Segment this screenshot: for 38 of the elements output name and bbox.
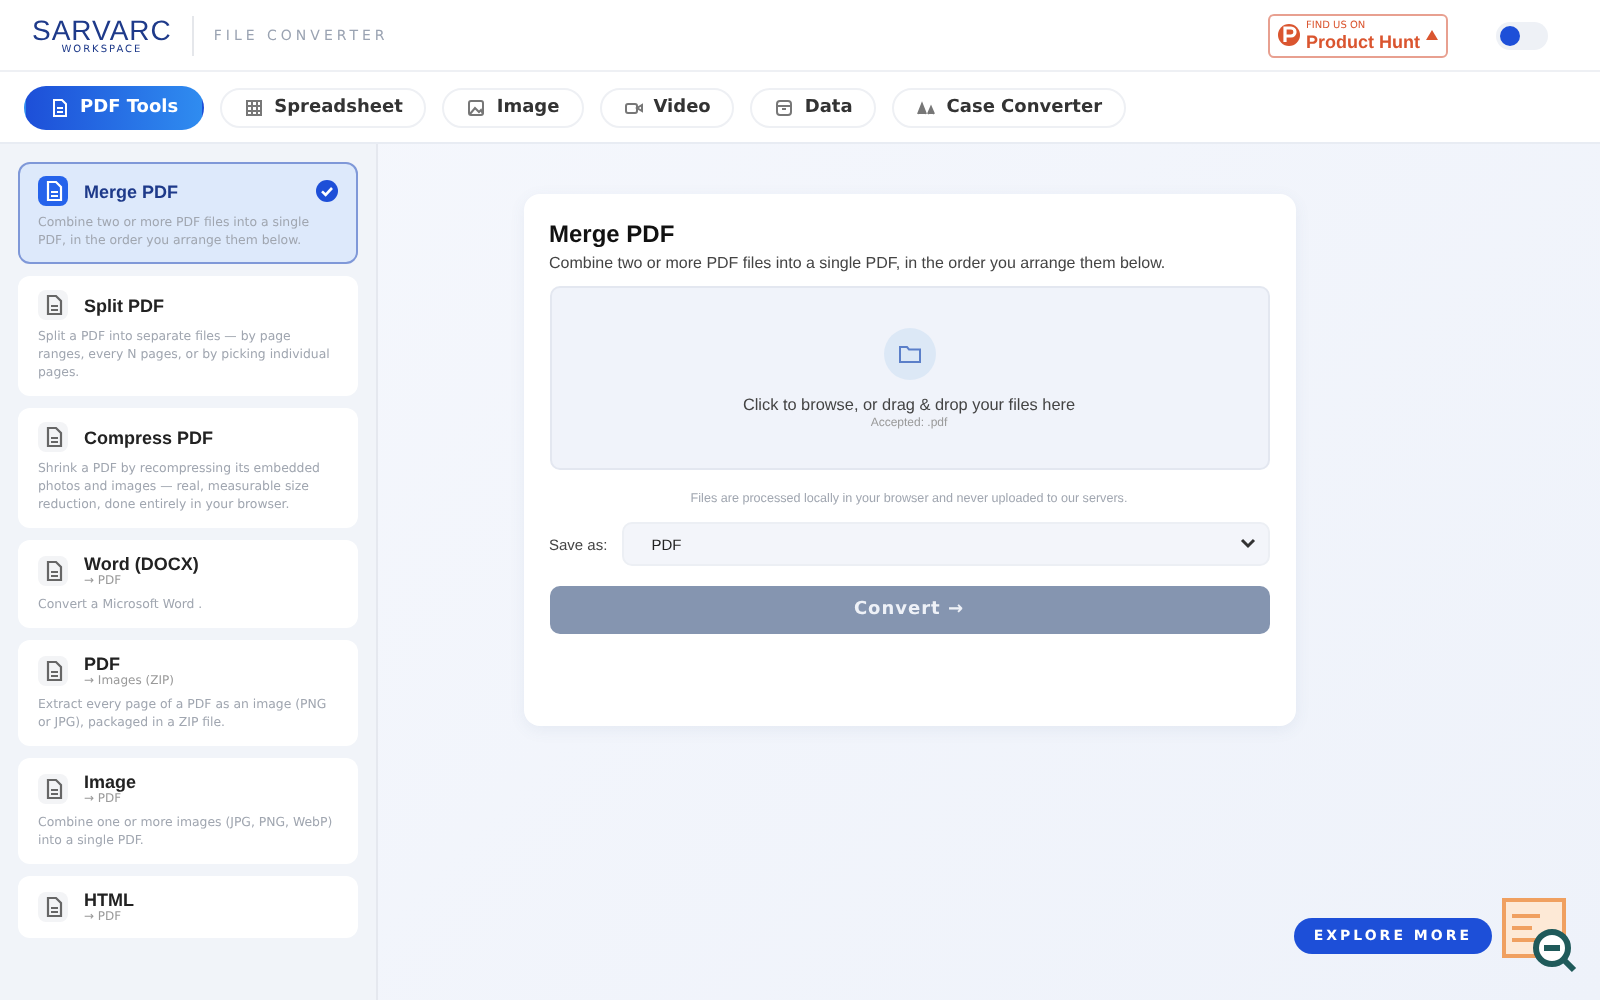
tab[interactable]: Spreadsheet — [220, 87, 427, 127]
document-icon — [50, 97, 70, 117]
image-icon — [466, 97, 487, 117]
document-icon — [38, 290, 68, 320]
tab[interactable]: Video — [599, 87, 735, 127]
grid-icon — [244, 97, 265, 117]
badge-name: Product Hunt — [1306, 31, 1420, 51]
document-icon — [38, 556, 68, 586]
upvote-icon — [1426, 30, 1438, 40]
panel-title: Merge PDF — [549, 220, 677, 248]
document-icon — [38, 656, 68, 686]
tool-title: Image — [84, 772, 139, 792]
check-icon — [316, 180, 338, 202]
camera-icon — [623, 97, 644, 117]
document-icon — [38, 892, 68, 922]
chevron-down-icon — [1239, 538, 1255, 550]
document-icon — [38, 422, 68, 452]
logo-text: SARVARC — [32, 15, 172, 43]
tool-title: Compress PDF — [84, 427, 216, 447]
document-icon — [38, 176, 68, 206]
panel-description: Combine two or more PDF files into a single PDF, in the order you arrange them below. — [549, 254, 1168, 272]
dropzone-prompt: Click to browse, or drag & drop your files here — [742, 395, 1076, 413]
tab[interactable]: PDF Tools — [24, 85, 205, 129]
tab[interactable]: Data — [750, 87, 877, 127]
archive-icon — [774, 97, 795, 117]
letters-icon — [916, 97, 937, 117]
p-logo-icon — [1278, 24, 1300, 46]
theme-toggle[interactable] — [1496, 21, 1548, 49]
tab[interactable]: Case Converter — [892, 87, 1127, 127]
tool-title: PDF — [84, 654, 122, 674]
search-widget-icon[interactable] — [1500, 896, 1580, 976]
folder-icon — [883, 327, 935, 379]
tool-title: HTML — [84, 890, 136, 910]
tool-title: Merge PDF — [84, 181, 181, 201]
tool-title: Word (DOCX) — [84, 554, 201, 574]
tab[interactable]: Image — [442, 87, 584, 127]
tool-title: Split PDF — [84, 295, 166, 315]
document-icon — [38, 774, 68, 804]
